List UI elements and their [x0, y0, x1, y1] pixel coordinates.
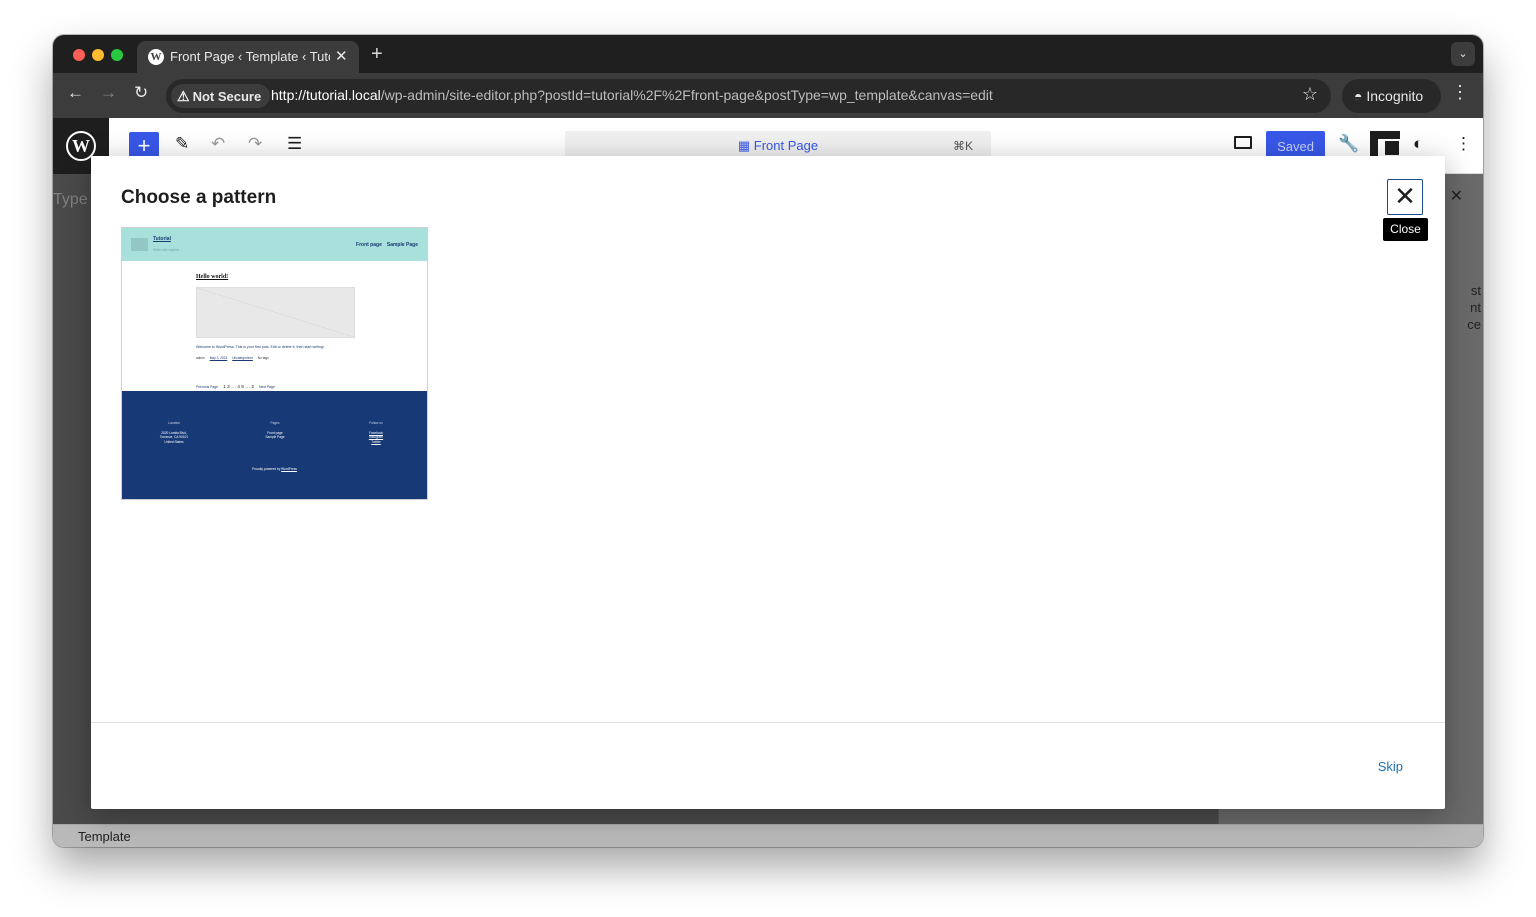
statusbar-breadcrumb[interactable]: Template — [78, 829, 131, 844]
reload-icon[interactable]: ↻ — [134, 83, 148, 103]
preview-pagination: Previous Page 1 2 … 4 5 … 2 Next Page — [196, 385, 275, 390]
tools-wrench-icon[interactable]: 🔧 — [1338, 134, 1359, 154]
wordpress-favicon-icon: W — [148, 49, 164, 65]
incognito-label: Incognito — [1366, 88, 1424, 104]
preview-site-logo — [131, 238, 148, 251]
bookmark-star-icon[interactable]: ☆ — [1302, 84, 1318, 105]
preview-post-meta: admin May 3, 2024 Uncategorized No tags — [196, 356, 269, 360]
maximize-window-button[interactable] — [111, 49, 123, 61]
tab-title: Front Page ‹ Template ‹ Tutor — [170, 49, 330, 64]
template-title: ▦ Front Page — [737, 138, 819, 153]
options-menu-icon[interactable]: ⋮ — [1455, 134, 1472, 154]
layout-icon: ▦ — [737, 138, 754, 153]
close-icon: ✕ — [1394, 181, 1416, 211]
browser-menu-icon[interactable]: ⋮ — [1451, 82, 1469, 103]
styles-icon[interactable]: ◐ — [1413, 134, 1423, 154]
security-chip[interactable]: ⚠ Not Secure — [171, 84, 271, 108]
incognito-icon: ◓ — [1354, 88, 1367, 104]
modal-footer: Skip — [91, 722, 1445, 809]
tab-close-icon[interactable]: ✕ — [335, 47, 348, 65]
minimize-window-button[interactable] — [92, 49, 104, 61]
forward-icon[interactable]: → — [100, 83, 117, 103]
browser-toolbar: ← → ↻ ⚠ Not Secure http://tutorial.local/… — [53, 73, 1483, 118]
pattern-preview-card[interactable]: Tutorial Write site tagline... Front pag… — [121, 227, 428, 500]
preview-footer-location: Location 2020 Lomita Blvd, Torrance, CA … — [159, 421, 189, 444]
preview-powered-by: Proudly powered by WordPress — [252, 467, 297, 471]
preview-header: Tutorial Write site tagline... Front pag… — [122, 228, 427, 261]
pattern-modal: Choose a pattern ✕ Close Tutorial Write … — [91, 156, 1445, 809]
device-preview-icon[interactable] — [1234, 136, 1252, 149]
preview-featured-image — [196, 287, 355, 338]
document-overview-icon[interactable]: ☰ — [287, 134, 302, 154]
preview-footer: Location 2020 Lomita Blvd, Torrance, CA … — [122, 391, 427, 499]
url-host: http://tutorial.local — [271, 87, 381, 103]
modal-title: Choose a pattern — [121, 187, 277, 208]
address-bar[interactable]: ⚠ Not Secure http://tutorial.local/wp-adm… — [166, 79, 1331, 113]
sidebar-close-icon[interactable]: ✕ — [1450, 186, 1463, 206]
skip-button[interactable]: Skip — [1378, 759, 1403, 774]
tab-search-button[interactable]: ⌄ — [1451, 42, 1475, 66]
edit-tool-icon[interactable]: ✎ — [175, 134, 189, 154]
redo-icon[interactable]: ↷ — [248, 134, 262, 154]
close-window-button[interactable] — [73, 49, 85, 61]
preview-site-title: Tutorial — [153, 236, 171, 242]
sidebar-text: st nt ce — [1467, 283, 1481, 332]
new-tab-button[interactable]: + — [371, 43, 383, 66]
preview-footer-pages: Pages Front page Sample Page — [265, 421, 285, 440]
preview-tagline: Write site tagline... — [153, 248, 182, 252]
url-text[interactable]: http://tutorial.local/wp-admin/site-edit… — [271, 87, 993, 103]
preview-nav: Front page Sample Page — [356, 242, 418, 248]
url-path: /wp-admin/site-editor.php?postId=tutoria… — [380, 87, 993, 103]
undo-icon[interactable]: ↶ — [211, 134, 225, 154]
preview-footer-follow: Follow us Facebook Instagram Twitter — [368, 421, 384, 444]
canvas-type-hint: Type — [53, 191, 88, 208]
close-tooltip: Close — [1383, 218, 1428, 241]
preview-post-title: Hello world! — [196, 274, 229, 280]
tab-strip: W Front Page ‹ Template ‹ Tutor ✕ + ⌄ — [53, 35, 1483, 73]
security-label: Not Secure — [192, 89, 262, 104]
browser-tab[interactable]: W Front Page ‹ Template ‹ Tutor ✕ — [137, 41, 359, 73]
modal-close-button[interactable]: ✕ — [1387, 179, 1423, 215]
command-shortcut: ⌘K — [952, 139, 973, 153]
preview-excerpt: Welcome to WordPress. This is your first… — [196, 345, 324, 349]
warning-icon: ⚠ — [177, 88, 190, 104]
incognito-chip[interactable]: ◓ Incognito — [1342, 79, 1441, 113]
editor-statusbar: Template — [53, 824, 1483, 847]
back-icon[interactable]: ← — [67, 83, 84, 103]
